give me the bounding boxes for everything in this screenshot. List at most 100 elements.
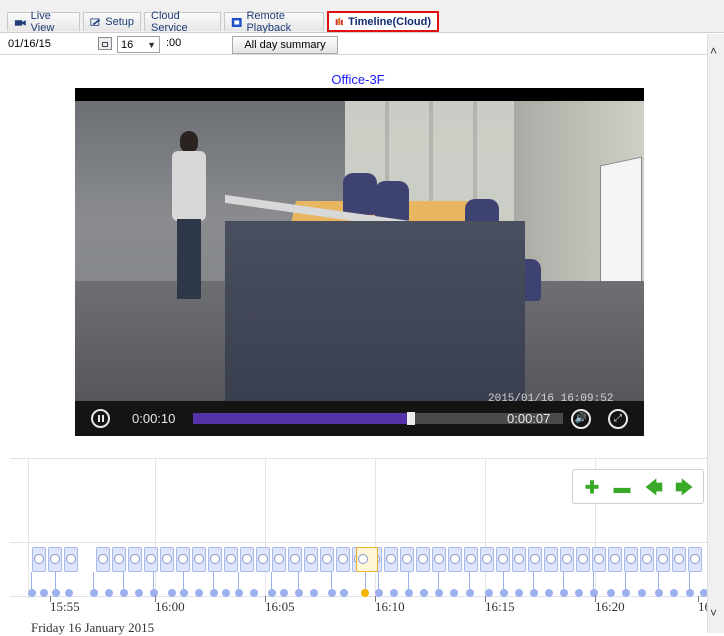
event-marker[interactable] bbox=[65, 589, 73, 597]
event-marker[interactable] bbox=[590, 589, 598, 597]
event-marker[interactable] bbox=[280, 589, 288, 597]
recording-clip[interactable] bbox=[304, 547, 318, 572]
recording-clip[interactable] bbox=[576, 547, 590, 572]
volume-icon[interactable]: 🔊 bbox=[571, 409, 591, 429]
event-marker[interactable] bbox=[575, 589, 583, 597]
event-marker[interactable] bbox=[52, 589, 60, 597]
date-input[interactable] bbox=[6, 36, 100, 52]
recording-clip[interactable] bbox=[496, 547, 510, 572]
event-marker[interactable] bbox=[268, 589, 276, 597]
arrow-right-icon[interactable]: 🡆 bbox=[675, 478, 693, 496]
event-marker[interactable] bbox=[28, 589, 36, 597]
tab-remote-playback[interactable]: Remote Playback bbox=[224, 10, 324, 34]
all-day-summary-button[interactable]: All day summary bbox=[232, 36, 338, 54]
hour-select[interactable]: 16 ▼ bbox=[117, 36, 160, 53]
event-marker[interactable] bbox=[530, 589, 538, 597]
recording-clip[interactable] bbox=[480, 547, 494, 572]
event-marker[interactable] bbox=[210, 589, 218, 597]
recording-clip[interactable] bbox=[288, 547, 302, 572]
recording-clip[interactable] bbox=[208, 547, 222, 572]
event-marker[interactable] bbox=[222, 589, 230, 597]
tab-setup[interactable]: Setup bbox=[83, 12, 141, 31]
recording-clip[interactable] bbox=[624, 547, 638, 572]
event-marker[interactable] bbox=[622, 589, 630, 597]
recording-clip[interactable] bbox=[528, 547, 542, 572]
event-marker[interactable] bbox=[120, 589, 128, 597]
event-marker[interactable] bbox=[235, 589, 243, 597]
event-marker[interactable] bbox=[545, 589, 553, 597]
pause-button[interactable] bbox=[91, 409, 110, 428]
recording-clip[interactable] bbox=[512, 547, 526, 572]
arrow-left-icon[interactable]: 🡄 bbox=[645, 478, 663, 496]
zoom-out-icon[interactable]: ▬ bbox=[613, 478, 631, 496]
event-marker[interactable] bbox=[375, 589, 383, 597]
recording-clip[interactable] bbox=[592, 547, 606, 572]
event-marker[interactable] bbox=[90, 589, 98, 597]
video-frame[interactable]: 2015/01/16 16:09:52 bbox=[75, 101, 644, 401]
event-marker-selected[interactable] bbox=[361, 589, 369, 597]
recording-clip[interactable] bbox=[112, 547, 126, 572]
recording-clip[interactable] bbox=[224, 547, 238, 572]
recording-clip[interactable] bbox=[416, 547, 430, 572]
recording-clip[interactable] bbox=[464, 547, 478, 572]
event-marker[interactable] bbox=[500, 589, 508, 597]
recording-clip[interactable] bbox=[640, 547, 654, 572]
tab-cloud-service[interactable]: Cloud Service bbox=[144, 10, 221, 34]
recording-clip[interactable] bbox=[144, 547, 158, 572]
recording-clip[interactable] bbox=[608, 547, 622, 572]
recording-clip[interactable] bbox=[240, 547, 254, 572]
event-marker[interactable] bbox=[250, 589, 258, 597]
recording-clip[interactable] bbox=[128, 547, 142, 572]
event-marker[interactable] bbox=[670, 589, 678, 597]
recording-clip[interactable] bbox=[544, 547, 558, 572]
event-marker[interactable] bbox=[150, 589, 158, 597]
recording-clip[interactable] bbox=[448, 547, 462, 572]
event-marker[interactable] bbox=[450, 589, 458, 597]
recording-clip[interactable] bbox=[688, 547, 702, 572]
fullscreen-icon[interactable]: ⤢ bbox=[608, 409, 628, 429]
event-marker[interactable] bbox=[405, 589, 413, 597]
event-marker[interactable] bbox=[435, 589, 443, 597]
event-marker[interactable] bbox=[466, 589, 474, 597]
event-marker[interactable] bbox=[485, 589, 493, 597]
recording-clip[interactable] bbox=[48, 547, 62, 572]
event-marker[interactable] bbox=[180, 589, 188, 597]
recording-clip[interactable] bbox=[160, 547, 174, 572]
event-marker[interactable] bbox=[390, 589, 398, 597]
event-marker[interactable] bbox=[195, 589, 203, 597]
event-marker[interactable] bbox=[607, 589, 615, 597]
scroll-up-icon[interactable]: ˄ bbox=[710, 44, 717, 58]
recording-clip[interactable] bbox=[256, 547, 270, 572]
zoom-in-icon[interactable]: ✚ bbox=[583, 478, 601, 496]
recording-clip[interactable] bbox=[320, 547, 334, 572]
recording-clip[interactable] bbox=[272, 547, 286, 572]
event-marker[interactable] bbox=[655, 589, 663, 597]
scroll-down-icon[interactable]: ˅ bbox=[710, 606, 717, 620]
recording-clip[interactable] bbox=[384, 547, 398, 572]
seek-handle[interactable] bbox=[407, 412, 416, 425]
recording-clip[interactable] bbox=[560, 547, 574, 572]
recording-clip-selected[interactable] bbox=[356, 547, 378, 572]
recording-clip[interactable] bbox=[192, 547, 206, 572]
event-marker[interactable] bbox=[168, 589, 176, 597]
recording-clip[interactable] bbox=[64, 547, 78, 572]
recording-clip[interactable] bbox=[432, 547, 446, 572]
recording-clip[interactable] bbox=[672, 547, 686, 572]
recording-clip[interactable] bbox=[400, 547, 414, 572]
event-marker[interactable] bbox=[328, 589, 336, 597]
event-marker[interactable] bbox=[310, 589, 318, 597]
event-marker[interactable] bbox=[686, 589, 694, 597]
recording-clip[interactable] bbox=[656, 547, 670, 572]
event-marker[interactable] bbox=[420, 589, 428, 597]
recording-clip[interactable] bbox=[96, 547, 110, 572]
event-marker[interactable] bbox=[560, 589, 568, 597]
event-marker[interactable] bbox=[638, 589, 646, 597]
event-marker[interactable] bbox=[700, 589, 707, 597]
recording-clip[interactable] bbox=[32, 547, 46, 572]
event-marker[interactable] bbox=[135, 589, 143, 597]
event-marker[interactable] bbox=[295, 589, 303, 597]
recording-clip[interactable] bbox=[176, 547, 190, 572]
tab-timeline-cloud[interactable]: Timeline(Cloud) bbox=[327, 11, 439, 32]
vertical-scrollbar[interactable]: ˄ ˅ bbox=[707, 34, 724, 633]
tab-live-view[interactable]: Live View bbox=[7, 10, 80, 34]
